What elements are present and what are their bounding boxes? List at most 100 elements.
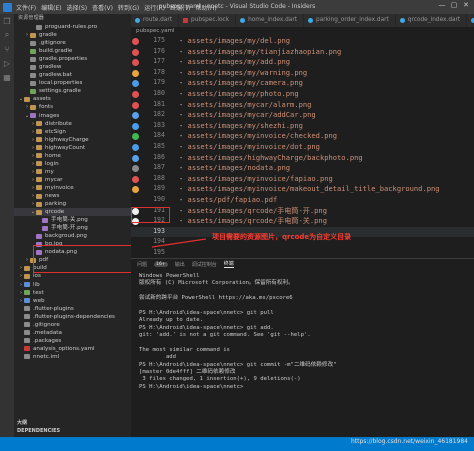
tree-item[interactable]: › login [14, 160, 131, 168]
yaml-file-icon [183, 18, 189, 23]
code-line: 187 - assets/images/nodata.png [131, 163, 474, 174]
asset-path: assets/images/my/photo.png [187, 89, 299, 98]
tree-item[interactable]: ⌄ images [14, 112, 131, 120]
tree-item[interactable]: › distribute [14, 120, 131, 128]
tree-item[interactable]: backgroud.png [14, 232, 131, 240]
tree-item[interactable]: 手电筒-开.png [14, 224, 131, 232]
folder-icon [36, 201, 42, 207]
tree-item[interactable]: gradlew [14, 63, 131, 71]
tab-terminal[interactable]: 终端 [223, 260, 234, 268]
tree-item[interactable]: ⌄ qrcode [14, 208, 131, 217]
tree-item[interactable]: nnetc.iml [14, 353, 131, 361]
tab-output[interactable]: 输出 [175, 261, 185, 268]
code-line: 190 - assets/pdf/fapiao.pdf [131, 195, 474, 206]
tree-item[interactable]: › home [14, 152, 131, 160]
tree-item[interactable]: › myinvoice [14, 184, 131, 192]
code-text: - assets/images/my/photo.png [179, 89, 299, 98]
tree-item[interactable]: › lib [14, 281, 131, 289]
tree-item[interactable]: .packages [14, 337, 131, 345]
tree-item[interactable]: .flutter-plugins-dependencies [14, 313, 131, 321]
tree-item-label: news [45, 192, 60, 199]
tree-item[interactable]: › gradle [14, 31, 131, 39]
file-icon [42, 217, 48, 223]
dependencies-section[interactable]: DEPENDENCIES [14, 427, 131, 435]
asset-path: assets/images/my/shezhi.png [187, 120, 303, 130]
sidebar-highlight-box [33, 245, 132, 273]
editor-tab[interactable]: home_index.dart [236, 14, 305, 27]
menu-item[interactable]: 终端(T) [170, 5, 190, 12]
editor-tab[interactable]: qrcode_index.dart [395, 14, 468, 27]
tree-item[interactable]: build.gradle [14, 47, 131, 55]
tree-item[interactable]: proguard-rules.pro [14, 23, 131, 31]
vscode-logo-icon [3, 2, 12, 12]
tree-item[interactable]: ⌄ assets [14, 95, 131, 103]
tree-item[interactable]: gradlew.bat [14, 71, 131, 79]
tree-item[interactable]: .gitignore [14, 39, 131, 47]
outline-section[interactable]: 大纲 [14, 419, 131, 427]
dart-file-icon [135, 18, 140, 23]
tree-item[interactable]: › parking [14, 200, 131, 208]
tree-item[interactable]: › fonts [14, 103, 131, 111]
source-control-icon[interactable]: ⑂ [0, 42, 14, 56]
menu-item[interactable]: 转到(G) [118, 5, 139, 12]
tree-item[interactable]: 手电筒-关.png [14, 216, 131, 224]
tree-item[interactable]: › ios [14, 272, 131, 280]
image-preview-icon [132, 59, 139, 67]
tree-item[interactable]: › highwayCharge [14, 136, 131, 144]
file-icon [30, 56, 36, 62]
minimize-icon[interactable]: — [436, 1, 448, 9]
tree-item[interactable]: .metadata [14, 329, 131, 337]
tree-item[interactable]: local.properties [14, 79, 131, 87]
tree-item-label: .packages [33, 337, 62, 344]
editor-tab[interactable]: pubspec.lock [179, 14, 237, 27]
run-debug-icon[interactable]: ▷ [0, 56, 14, 70]
line-number: 187 [153, 163, 165, 172]
breadcrumb[interactable]: pubspec.yaml [131, 27, 474, 36]
explorer-sidebar: 资源管理器 proguard-rules.pro › gradle .gitignor… [14, 14, 131, 437]
file-tree: proguard-rules.pro › gradle .gitignore build… [14, 23, 131, 361]
terminal-line: 尝试新的跨平台 PowerShell https://aka.ms/pscore… [139, 295, 293, 302]
tree-item[interactable]: analysis_options.yaml [14, 345, 131, 353]
tree-item[interactable]: › mycar [14, 176, 131, 184]
close-icon[interactable]: ✕ [460, 1, 472, 9]
title-bar: 文件(F) 编辑(E) 选择(S) 查看(V) 转到(G) 运行(R) 终端(T) 帮助(H)… [0, 0, 474, 14]
tree-item[interactable]: .flutter-plugins [14, 305, 131, 313]
tree-item[interactable]: › etcSign [14, 128, 131, 136]
maximize-icon[interactable]: ▢ [448, 1, 460, 9]
menu-item[interactable]: 编辑(E) [41, 5, 61, 12]
menu-item[interactable]: 文件(F) [16, 5, 36, 12]
file-icon [24, 354, 30, 360]
tab-problems[interactable]: 问题 [137, 261, 147, 268]
tree-item[interactable]: › test [14, 289, 131, 297]
code-text: - assets/images/my/del.png [179, 36, 290, 45]
tree-item[interactable]: .gitignore [14, 321, 131, 329]
code-line: 175 - assets/images/my/del.png [131, 36, 474, 47]
line-number: 181 [153, 99, 165, 108]
tree-item[interactable]: › news [14, 192, 131, 200]
menu-item[interactable]: 运行(R) [144, 5, 165, 12]
tree-item[interactable]: › highwayCount [14, 144, 131, 152]
explorer-icon[interactable]: ❐ [0, 14, 14, 28]
tree-item-label: settings.gradle [39, 88, 81, 95]
menu-item[interactable]: 帮助(H) [195, 5, 216, 12]
tree-item[interactable]: settings.gradle [14, 87, 131, 95]
tab-debug-console[interactable]: 调试控制台 [192, 261, 217, 268]
tree-item[interactable]: › my [14, 168, 131, 176]
menu-item[interactable]: 选择(S) [67, 5, 88, 12]
tree-item-label: gradle.properties [39, 56, 88, 63]
extensions-icon[interactable]: ▦ [0, 70, 14, 84]
tree-item[interactable]: › web [14, 297, 131, 305]
code-text: - assets/images/nodata.png [179, 163, 290, 172]
line-number: 185 [153, 142, 165, 150]
editor-tab[interactable]: parking_order_index.dart [304, 14, 396, 27]
editor-tab[interactable]: route.dart [131, 14, 180, 27]
folder-icon [36, 121, 42, 127]
terminal-output[interactable]: Windows PowerShell 版权所有 (C) Microsoft Cor… [131, 269, 474, 391]
search-icon[interactable]: ⌕ [0, 28, 14, 42]
editor-tab[interactable]: appbar [467, 14, 474, 27]
image-preview-icon [132, 165, 139, 173]
tab-label: route.dart [143, 17, 173, 23]
tree-item[interactable]: gradle.properties [14, 55, 131, 63]
menu-item[interactable]: 查看(V) [92, 5, 113, 12]
